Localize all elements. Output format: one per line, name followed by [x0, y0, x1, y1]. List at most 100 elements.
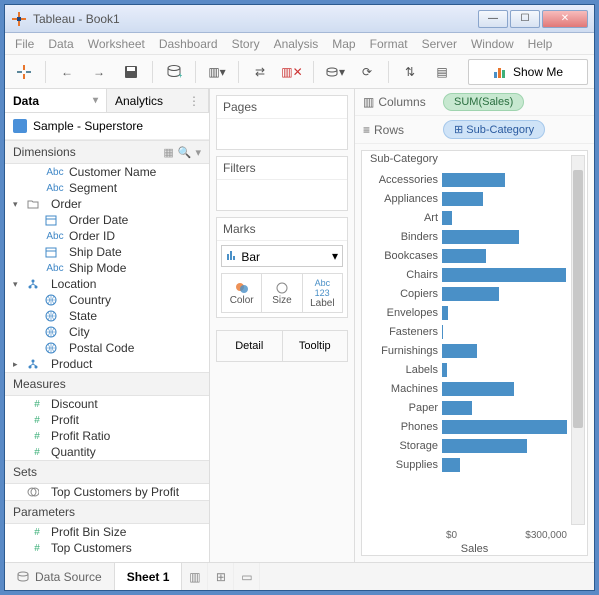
search-icon[interactable]: 🔍 [178, 146, 192, 159]
field-discount[interactable]: #Discount [5, 396, 209, 412]
rows-shelf[interactable]: ≡Rows ⊞ Sub-Category [355, 116, 594, 144]
autoupdate-button[interactable]: ▾ [322, 59, 348, 85]
size-button[interactable]: Size [261, 273, 302, 313]
save-button[interactable] [118, 59, 144, 85]
mark-type-select[interactable]: Bar ▾ [221, 245, 343, 267]
new-datasource-button[interactable]: + [161, 59, 187, 85]
bar-row[interactable]: Supplies [370, 456, 567, 473]
xtick-1: $300,000 [525, 530, 567, 541]
tab-data[interactable]: Data▾ [5, 89, 107, 112]
menu-help[interactable]: Help [528, 37, 553, 51]
bar-row[interactable]: Accessories [370, 171, 567, 188]
menu-map[interactable]: Map [332, 37, 355, 51]
field-quantity[interactable]: #Quantity [5, 444, 209, 460]
field-country[interactable]: Country [5, 292, 209, 308]
new-dashboard-icon[interactable]: ⊞ [208, 563, 234, 590]
logo-button[interactable] [11, 59, 37, 85]
bar-row[interactable]: Phones [370, 418, 567, 435]
showme-button[interactable]: Show Me [468, 59, 588, 85]
tab-analytics[interactable]: Analytics⋮ [107, 89, 209, 112]
new-worksheet-button[interactable]: ▥▾ [204, 59, 230, 85]
bar-row[interactable]: Envelopes [370, 304, 567, 321]
columns-shelf[interactable]: ▥Columns SUM(Sales) [355, 89, 594, 116]
menu-file[interactable]: File [15, 37, 34, 51]
bar-label: Supplies [370, 459, 442, 471]
menu-format[interactable]: Format [370, 37, 408, 51]
bar-label: Labels [370, 364, 442, 376]
datasource-row[interactable]: Sample - Superstore [5, 113, 209, 140]
bar-row[interactable]: Labels [370, 361, 567, 378]
field-state[interactable]: State [5, 308, 209, 324]
field-customer-name[interactable]: AbcCustomer Name [5, 164, 209, 180]
bar-row[interactable]: Appliances [370, 190, 567, 207]
menu-dashboard[interactable]: Dashboard [159, 37, 218, 51]
bar-row[interactable]: Fasteners [370, 323, 567, 340]
menubar: File Data Worksheet Dashboard Story Anal… [5, 33, 594, 55]
menu-icon[interactable]: ▾ [195, 146, 201, 159]
field-top-customers-by-profit[interactable]: Top Customers by Profit [5, 484, 209, 500]
view-icon[interactable]: ▦ [163, 146, 173, 159]
bar-label: Binders [370, 231, 442, 243]
new-story-icon[interactable]: ▭ [234, 563, 260, 590]
field-profit[interactable]: #Profit [5, 412, 209, 428]
plus-icon: ⊞ [454, 124, 466, 136]
bar-row[interactable]: Furnishings [370, 342, 567, 359]
menu-worksheet[interactable]: Worksheet [88, 37, 145, 51]
duplicate-button[interactable]: ⇄ [247, 59, 273, 85]
maximize-button[interactable]: ☐ [510, 10, 540, 28]
field-location[interactable]: ▾Location [5, 276, 209, 292]
bar-row[interactable]: Chairs [370, 266, 567, 283]
bar-row[interactable]: Bookcases [370, 247, 567, 264]
bar-chart-icon [493, 65, 507, 79]
label-button[interactable]: Abc123Label [302, 273, 343, 313]
bar-row[interactable]: Paper [370, 399, 567, 416]
bar-row[interactable]: Copiers [370, 285, 567, 302]
clear-button[interactable]: ▥✕ [279, 59, 305, 85]
datasource-tab[interactable]: Data Source [5, 563, 115, 590]
bar-row[interactable]: Art [370, 209, 567, 226]
new-worksheet-icon[interactable]: ▥ [182, 563, 208, 590]
field-order-date[interactable]: Order Date [5, 212, 209, 228]
datasource-icon [17, 571, 29, 583]
minimize-button[interactable]: — [478, 10, 508, 28]
chart-view[interactable]: Sub-Category AccessoriesAppliancesArtBin… [361, 150, 588, 556]
menu-analysis[interactable]: Analysis [274, 37, 319, 51]
field-order[interactable]: ▾Order [5, 196, 209, 212]
forward-button[interactable]: → [86, 59, 112, 85]
close-button[interactable]: ✕ [542, 10, 588, 28]
detail-button[interactable]: Detail [216, 330, 283, 362]
bar-row[interactable]: Machines [370, 380, 567, 397]
menu-window[interactable]: Window [471, 37, 514, 51]
field-profit-bin-size[interactable]: #Profit Bin Size [5, 524, 209, 540]
field-ship-mode[interactable]: AbcShip Mode [5, 260, 209, 276]
field-order-id[interactable]: AbcOrder ID [5, 228, 209, 244]
measures-header: Measures [5, 372, 209, 396]
titlebar: Tableau - Book1 — ☐ ✕ [5, 5, 594, 33]
sort-asc-button[interactable]: ▤ [429, 59, 455, 85]
color-button[interactable]: Color [221, 273, 262, 313]
bar-row[interactable]: Storage [370, 437, 567, 454]
pages-shelf[interactable]: Pages [216, 95, 348, 150]
columns-pill[interactable]: SUM(Sales) [443, 93, 524, 111]
field-segment[interactable]: AbcSegment [5, 180, 209, 196]
refresh-button[interactable]: ⟳ [354, 59, 380, 85]
chart-scrollbar[interactable] [571, 155, 585, 525]
field-postal-code[interactable]: Postal Code [5, 340, 209, 356]
field-profit-ratio[interactable]: #Profit Ratio [5, 428, 209, 444]
sets-header: Sets [5, 460, 209, 484]
filters-shelf[interactable]: Filters [216, 156, 348, 211]
tooltip-button[interactable]: Tooltip [282, 330, 349, 362]
field-city[interactable]: City [5, 324, 209, 340]
rows-pill[interactable]: ⊞ Sub-Category [443, 120, 545, 139]
field-product[interactable]: ▸Product [5, 356, 209, 372]
bar-row[interactable]: Binders [370, 228, 567, 245]
swap-button[interactable]: ⇅ [397, 59, 423, 85]
menu-story[interactable]: Story [232, 37, 260, 51]
bar-icon [226, 249, 238, 261]
sheet-tab[interactable]: Sheet 1 [115, 563, 183, 590]
menu-server[interactable]: Server [422, 37, 457, 51]
field-ship-date[interactable]: Ship Date [5, 244, 209, 260]
back-button[interactable]: ← [54, 59, 80, 85]
field-top-customers[interactable]: #Top Customers [5, 540, 209, 556]
menu-data[interactable]: Data [48, 37, 73, 51]
